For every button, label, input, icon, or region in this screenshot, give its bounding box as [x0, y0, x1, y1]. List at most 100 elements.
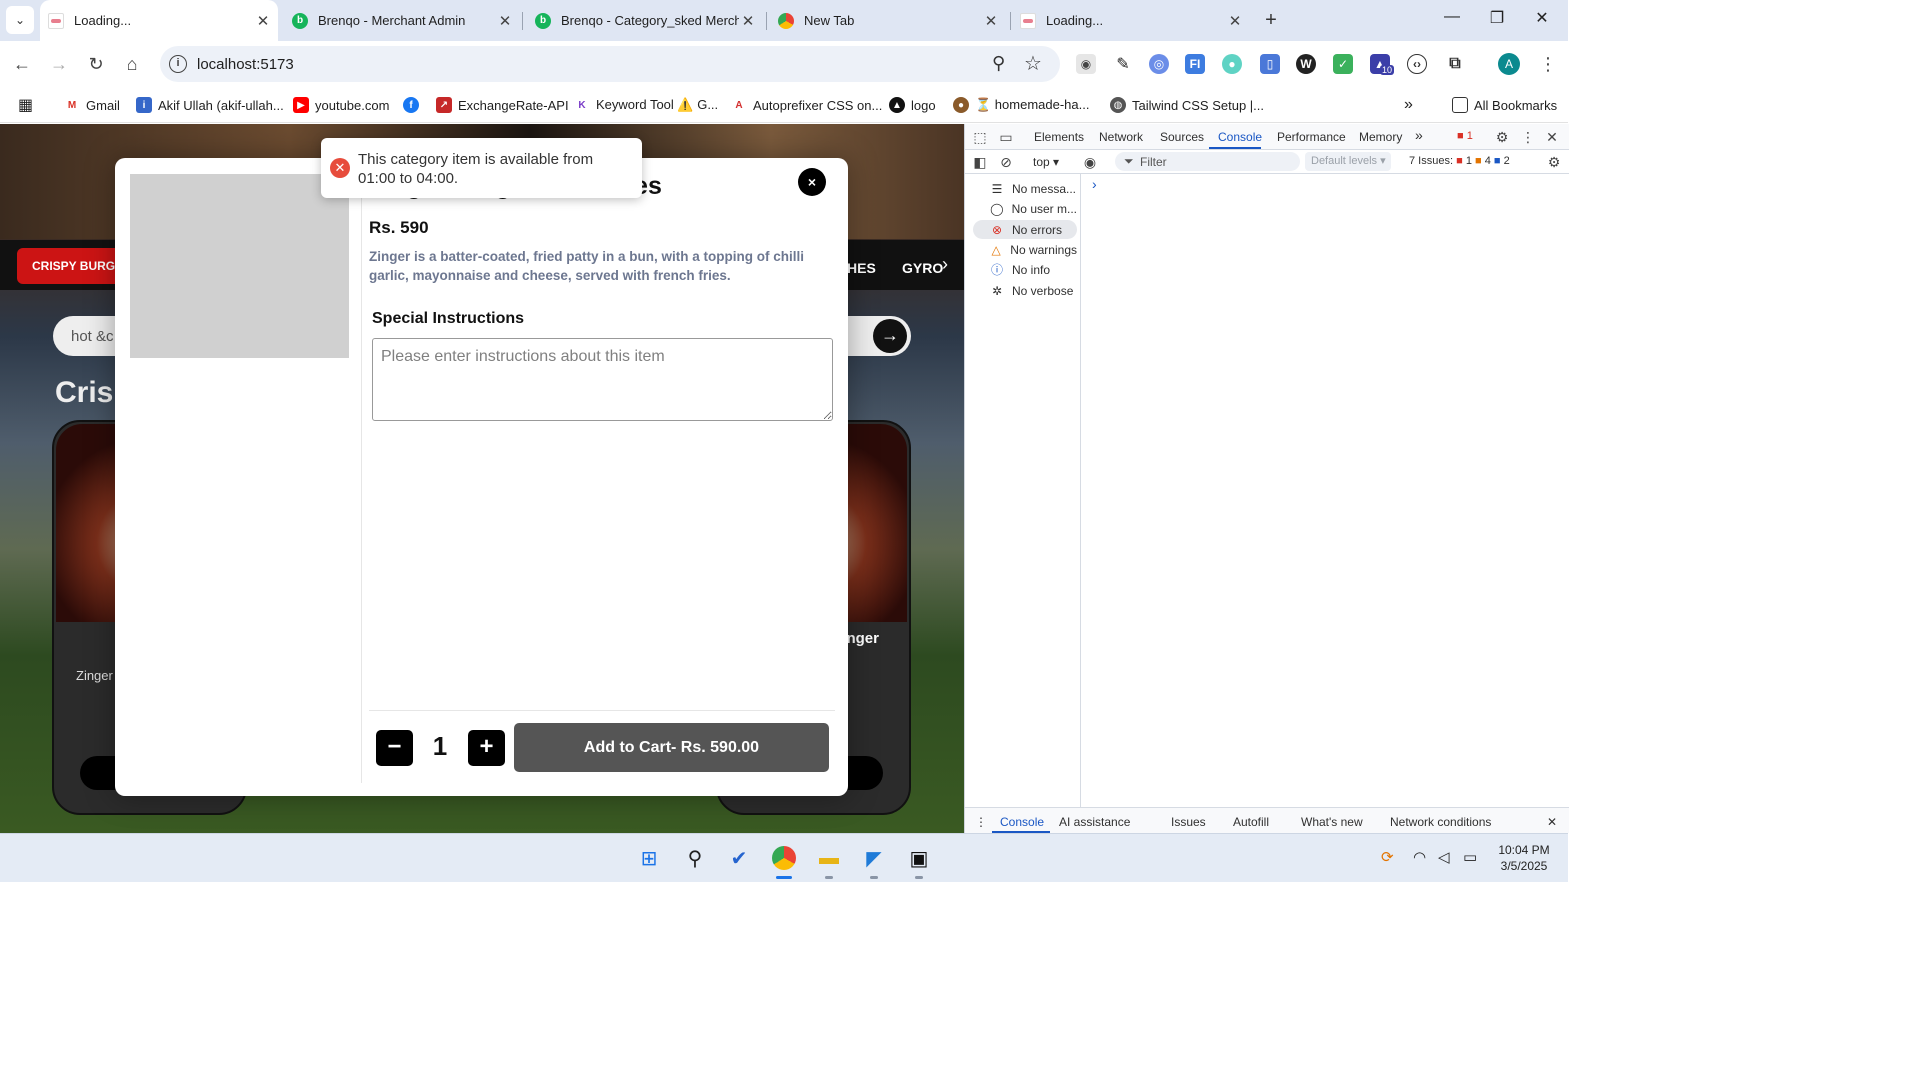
devtools-tab-sources[interactable]: Sources [1160, 130, 1204, 144]
search-extension-icon[interactable]: ◎ [1149, 54, 1169, 74]
add-to-cart-button[interactable]: Add to Cart- Rs. 590.00 [514, 723, 829, 772]
tab-loading-active[interactable]: Loading... ✕ [40, 0, 278, 41]
console-settings-icon[interactable]: ⚙ [1545, 153, 1563, 171]
home-icon[interactable]: ⌂ [120, 52, 144, 76]
close-icon[interactable]: ✕ [982, 12, 1000, 30]
devtools-kebab-icon[interactable]: ⋮ [1519, 128, 1537, 146]
console-prompt-chevron-icon[interactable]: › [1092, 176, 1097, 192]
drawer-tab-issues[interactable]: Issues [1171, 815, 1206, 829]
sidebar-toggle-icon[interactable]: ◧ [971, 153, 989, 171]
devtools-tab-network[interactable]: Network [1099, 130, 1143, 144]
search-icon[interactable]: ⚲ [680, 843, 710, 873]
close-icon[interactable]: ✕ [739, 12, 757, 30]
increase-quantity-button[interactable]: + [468, 730, 505, 766]
tab-loading-2[interactable]: Loading... ✕ [1012, 0, 1250, 41]
inspect-element-icon[interactable]: ⬚ [971, 128, 989, 146]
more-bookmarks-icon[interactable]: » [1404, 95, 1413, 115]
context-selector[interactable]: top ▾ [1033, 155, 1059, 169]
devtools-tab-elements[interactable]: Elements [1034, 130, 1084, 144]
menu-search-value[interactable]: hot &c [71, 328, 114, 345]
address-bar[interactable]: i localhost:5173 ⚲ ☆ [160, 46, 1060, 82]
sidebar-info[interactable]: ⓘ No info [973, 260, 1077, 279]
windows-start-icon[interactable]: ⊞ [634, 843, 664, 873]
bookmark-gmail[interactable]: M Gmail [64, 95, 120, 115]
shield-extension-icon[interactable]: ✓ [1333, 54, 1353, 74]
battery-icon[interactable]: ▭ [1463, 848, 1477, 866]
file-explorer-icon[interactable]: ▬ [814, 843, 844, 873]
close-icon[interactable]: ✕ [1226, 12, 1244, 30]
wifi-icon[interactable]: ◠ [1413, 848, 1426, 866]
sidebar-messages[interactable]: ☰ No messa... [973, 179, 1077, 198]
clock[interactable]: 10:04 PM 3/5/2025 [1492, 842, 1556, 874]
category-chip-crispy-burgers[interactable]: CRISPY BURG [17, 248, 127, 284]
camera-extension-icon[interactable]: ◉ [1076, 54, 1096, 74]
zoom-icon[interactable]: ⚲ [992, 53, 1005, 74]
tab-merchant-admin[interactable]: b Brenqo - Merchant Admin ✕ [284, 0, 520, 41]
todo-check-icon[interactable]: ✔ [724, 843, 754, 873]
tab-category-sked[interactable]: b Brenqo - Category_sked Merch ✕ [527, 0, 763, 41]
category-tail[interactable]: HES [847, 260, 876, 276]
sidebar-warnings[interactable]: △ No warnings [973, 240, 1077, 259]
tab-search-button[interactable]: ⌄ [6, 6, 34, 34]
close-icon[interactable]: ✕ [496, 12, 514, 30]
eye-icon[interactable]: ◉ [1081, 153, 1099, 171]
devtools-tab-console[interactable]: Console [1218, 130, 1262, 144]
color-extension-icon[interactable]: ● [1222, 54, 1242, 74]
forward-arrow-icon[interactable]: → [47, 52, 71, 76]
device-toolbar-icon[interactable]: ▭ [997, 128, 1015, 146]
bookmark-youtube[interactable]: ▶ youtube.com [293, 95, 389, 115]
drawer-tab-network-conditions[interactable]: Network conditions [1390, 815, 1491, 829]
bookmark-logo[interactable]: ▲ logo [889, 95, 936, 115]
bookmark-star-icon[interactable]: ☆ [1024, 51, 1042, 76]
drawer-kebab-icon[interactable]: ⋮ [975, 815, 987, 829]
url-text[interactable]: localhost:5173 [197, 56, 294, 73]
window-close-icon[interactable]: ✕ [1527, 8, 1557, 32]
bookmark-homemade[interactable]: ● ⏳ homemade-ha... [953, 95, 1089, 115]
drawer-tab-autofill[interactable]: Autofill [1233, 815, 1269, 829]
bookmark-exchangerate[interactable]: ↗ ExchangeRate-API [436, 95, 569, 115]
error-count-badge[interactable]: ■ 1 [1457, 130, 1473, 142]
drawer-tab-console[interactable]: Console [1000, 815, 1044, 829]
log-levels-dropdown[interactable]: Default levels ▾ [1305, 152, 1391, 171]
devtools-close-icon[interactable]: ✕ [1543, 128, 1561, 146]
vscode-icon[interactable]: ◤ [859, 843, 889, 873]
terminal-app-icon[interactable]: ▣ [904, 843, 934, 873]
bookmark-tailwind[interactable]: ◍ Tailwind CSS Setup |... [1110, 95, 1264, 115]
decrease-quantity-button[interactable]: − [376, 730, 413, 766]
minimize-icon[interactable]: — [1437, 8, 1467, 32]
devtools-tab-performance[interactable]: Performance [1277, 130, 1346, 144]
all-bookmarks[interactable]: All Bookmarks [1452, 95, 1557, 115]
modal-close-button[interactable]: × [798, 168, 826, 196]
settings-gear-icon[interactable]: ⚙ [1493, 128, 1511, 146]
bookmark-keyword-tool[interactable]: K Keyword Tool ⚠️ G... [574, 95, 718, 115]
drawer-close-icon[interactable]: ✕ [1547, 815, 1557, 829]
back-arrow-icon[interactable]: ← [10, 52, 34, 76]
special-instructions-input[interactable] [372, 338, 833, 421]
drawer-tab-ai-assistance[interactable]: AI assistance [1059, 815, 1130, 829]
profile-avatar[interactable]: A [1498, 53, 1520, 75]
bookmark-akif[interactable]: i Akif Ullah (akif-ullah... [136, 95, 284, 115]
chrome-icon[interactable] [769, 843, 799, 873]
chevron-right-icon[interactable]: › [942, 254, 948, 275]
sidebar-verbose[interactable]: ✲ No verbose [973, 281, 1077, 300]
puzzle-extensions-icon[interactable]: ⧉ [1445, 54, 1465, 74]
bookmark-facebook[interactable]: f [403, 95, 425, 115]
clear-console-icon[interactable]: ⊘ [997, 153, 1015, 171]
fi-extension-icon[interactable]: FI [1185, 54, 1205, 74]
sidebar-user-messages[interactable]: ◯ No user m... [973, 199, 1077, 218]
restore-icon[interactable]: ❐ [1482, 8, 1512, 32]
console-filter-input[interactable]: ⏷ Filter [1115, 152, 1300, 171]
new-tab-button[interactable]: + [1258, 8, 1284, 34]
category-gyro[interactable]: GYRO [902, 260, 943, 276]
wordpress-extension-icon[interactable]: W [1296, 54, 1316, 74]
issues-counter[interactable]: 7 Issues: ■ 1 ■ 4 ■ 2 [1409, 155, 1510, 167]
devtools-tab-memory[interactable]: Memory [1359, 130, 1402, 144]
reload-icon[interactable]: ↻ [84, 52, 108, 76]
arrow-right-icon[interactable]: → [873, 319, 907, 353]
code-extension-icon[interactable]: ‹› [1407, 54, 1427, 74]
bookmark-autoprefixer[interactable]: A Autoprefixer CSS on... [731, 95, 882, 115]
volume-icon[interactable]: ◁ [1438, 848, 1450, 866]
site-info-icon[interactable]: i [169, 55, 187, 73]
tab-new-tab[interactable]: New Tab ✕ [770, 0, 1006, 41]
eyedropper-extension-icon[interactable]: ✎ [1113, 54, 1133, 74]
